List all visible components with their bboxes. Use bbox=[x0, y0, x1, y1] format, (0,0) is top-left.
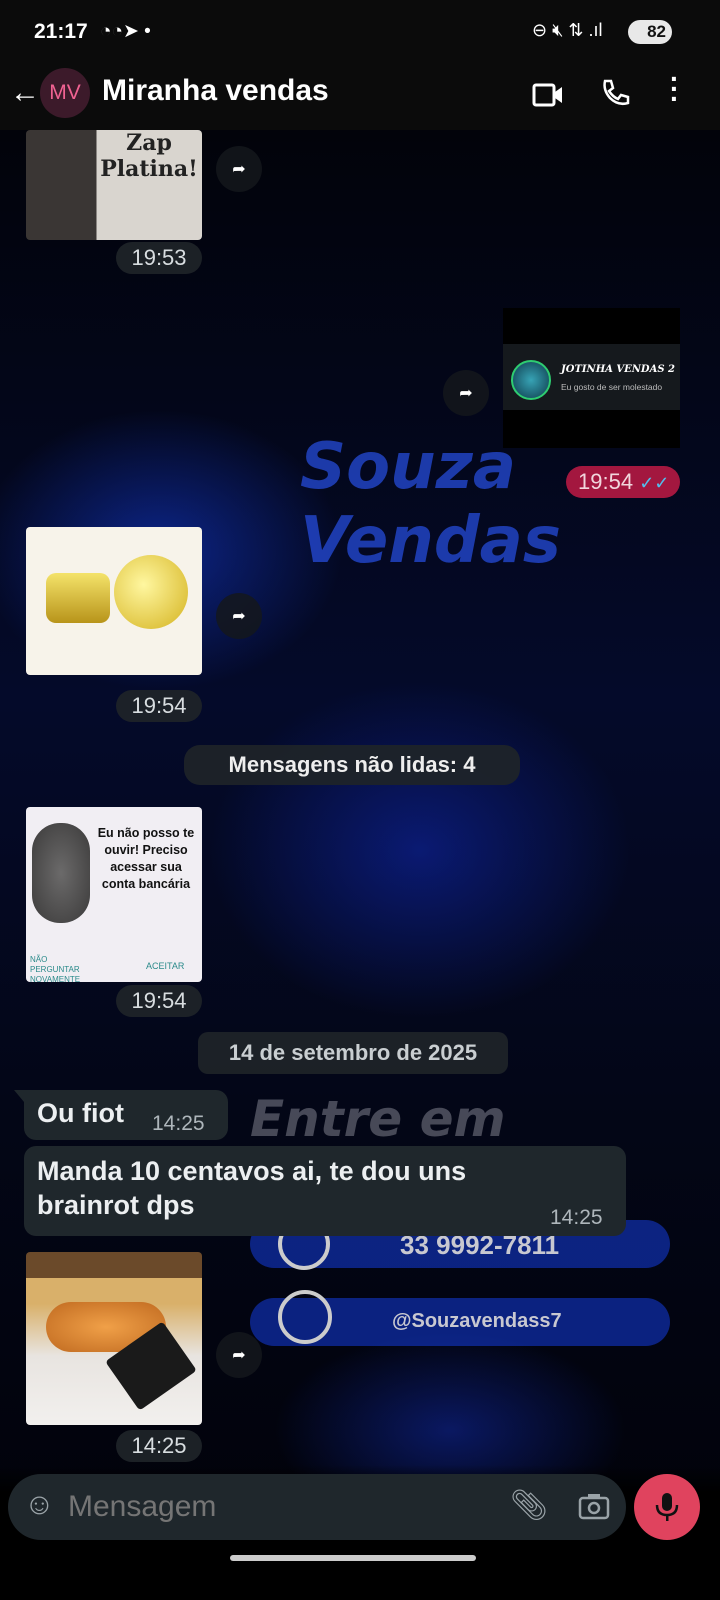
home-gesture-bar[interactable] bbox=[230, 1555, 476, 1561]
message-text: Ou fiot bbox=[37, 1098, 124, 1128]
incoming-message-bubble[interactable]: Manda 10 centavos ai, te dou uns brainro… bbox=[24, 1146, 626, 1236]
attach-icon[interactable]: 📎︎ bbox=[510, 1488, 548, 1523]
message-text: Manda 10 centavos ai, te dou uns brainro… bbox=[37, 1156, 467, 1220]
message-input[interactable] bbox=[68, 1484, 488, 1530]
system-icons: ⊖ 🔇︎ ⇅ .ıl bbox=[532, 20, 603, 40]
sticker-left-button: NÃO PERGUNTAR NOVAMENTE bbox=[30, 955, 81, 982]
voice-message-button[interactable] bbox=[634, 1474, 700, 1540]
wallpaper-instagram: @Souzavendass7 bbox=[392, 1310, 562, 1332]
chat-header: ← MV Miranha vendas · · · bbox=[0, 62, 720, 130]
forward-icon: ➦ bbox=[232, 161, 246, 178]
battery-indicator: 82 bbox=[628, 20, 672, 44]
notification-icons: ◔◔➤ • bbox=[100, 21, 151, 42]
message-time: 19:54 bbox=[578, 469, 634, 494]
forward-icon: ➦ bbox=[459, 385, 473, 402]
card-subtitle: Eu gosto de ser molestado bbox=[561, 382, 663, 392]
message-time-outgoing: 19:54 ✓✓ bbox=[566, 466, 680, 498]
message-time: 19:54 bbox=[116, 690, 202, 722]
card-title: JOTINHA VENDAS 2 bbox=[561, 364, 676, 375]
wallpaper-brand: Souza Vendas bbox=[300, 430, 561, 578]
emoji-icon[interactable]: ☺ bbox=[24, 1488, 55, 1522]
camera-icon[interactable] bbox=[578, 1492, 610, 1525]
avatar[interactable]: MV bbox=[40, 68, 90, 118]
microphone-icon bbox=[655, 1493, 679, 1521]
sticker-message[interactable]: Zap Platina! bbox=[26, 130, 202, 240]
video-call-icon[interactable] bbox=[532, 82, 564, 108]
message-composer: ☺ 📎︎ bbox=[8, 1474, 626, 1540]
cat-character bbox=[32, 823, 90, 923]
status-time: 21:17 bbox=[34, 20, 88, 43]
card-logo bbox=[511, 360, 551, 400]
message-time: 19:54 bbox=[116, 985, 202, 1017]
double-check-icon: ✓✓ bbox=[639, 473, 670, 493]
forward-button[interactable]: ➦ bbox=[216, 593, 262, 639]
sticker-text: Eu não posso te ouvir! Preciso acessar s… bbox=[97, 826, 195, 891]
status-bar: 21:17 ◔◔➤ • ⊖ 🔇︎ ⇅ .ıl 82 bbox=[0, 0, 720, 62]
forward-icon: ➦ bbox=[232, 1347, 246, 1364]
voice-call-icon[interactable] bbox=[600, 78, 630, 113]
back-arrow-icon[interactable]: ← bbox=[10, 76, 40, 110]
sticker-right-button: ACEITAR bbox=[146, 961, 185, 971]
forward-button[interactable]: ➦ bbox=[443, 370, 489, 416]
message-time: 14:25 bbox=[152, 1112, 205, 1135]
incoming-message-bubble[interactable]: Ou fiot 14:25 bbox=[14, 1090, 228, 1140]
sticker-message[interactable]: Eu não posso te ouvir! Preciso acessar s… bbox=[26, 807, 202, 982]
more-options-icon[interactable]: · · · bbox=[670, 65, 679, 113]
image-message[interactable] bbox=[26, 1252, 202, 1425]
date-divider: 14 de setembro de 2025 bbox=[198, 1032, 508, 1074]
contact-name[interactable]: Miranha vendas bbox=[102, 74, 329, 108]
forward-icon: ➦ bbox=[232, 608, 246, 625]
sticker-caption: Zap Platina! bbox=[100, 130, 198, 182]
sticker-message[interactable] bbox=[26, 527, 202, 675]
message-time: 14:25 bbox=[550, 1206, 603, 1229]
message-time: 14:25 bbox=[116, 1430, 202, 1462]
forward-button[interactable]: ➦ bbox=[216, 146, 262, 192]
unread-messages-divider: Mensagens não lidas: 4 bbox=[184, 745, 520, 785]
forward-button[interactable]: ➦ bbox=[216, 1332, 262, 1378]
sticker-message-outgoing[interactable]: JOTINHA VENDAS 2 Eu gosto de ser molesta… bbox=[503, 308, 680, 448]
message-time: 19:53 bbox=[116, 242, 202, 274]
